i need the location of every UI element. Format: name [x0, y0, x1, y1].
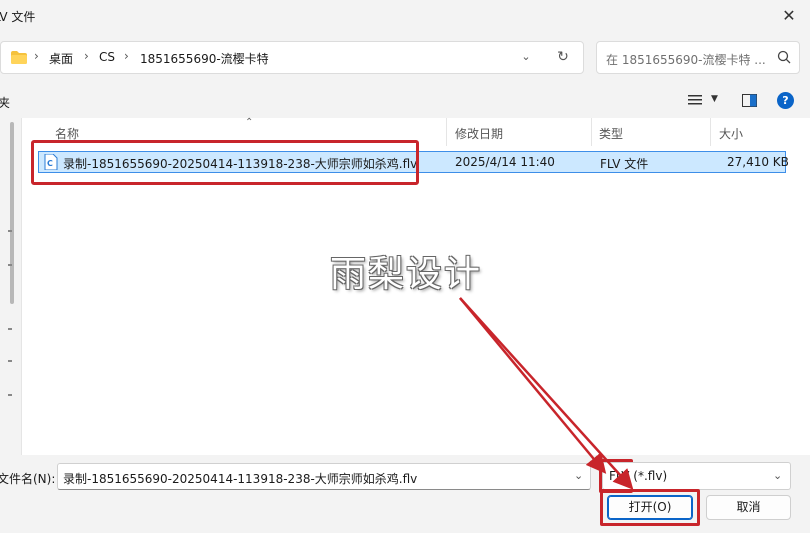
chevron-down-icon[interactable]: ⌄ — [574, 469, 583, 482]
filename-value: 录制-1851655690-20250414-113918-238-大师宗师如杀… — [63, 472, 418, 486]
chevron-down-icon[interactable]: ⌄ — [519, 50, 533, 64]
annotation-box — [31, 140, 419, 185]
refresh-icon[interactable]: ↻ — [554, 49, 572, 67]
column-header-size[interactable]: 大小 — [719, 125, 743, 142]
search-icon[interactable] — [777, 50, 791, 64]
nav-expander-icon[interactable] — [8, 230, 12, 232]
address-bar[interactable]: › 桌面 › CS › 1851655690-流樱卡特 ⌄ ↻ — [0, 41, 584, 74]
breadcrumb-cs[interactable]: CS — [99, 50, 115, 64]
chevron-down-icon[interactable]: ⌄ — [773, 469, 782, 482]
sort-ascending-icon: ⌃ — [245, 117, 254, 128]
new-folder-button[interactable]: 夹 — [0, 94, 10, 111]
nav-expander-icon[interactable] — [8, 394, 12, 396]
column-header-type[interactable]: 类型 — [599, 125, 623, 142]
breadcrumb-chevron-icon: › — [124, 49, 129, 63]
annotation-box — [600, 489, 700, 526]
column-header-modified[interactable]: 修改日期 — [455, 125, 503, 142]
file-size: 27,410 KB — [727, 155, 789, 169]
filename-label: 文件名(N): — [0, 472, 56, 486]
column-divider[interactable] — [446, 118, 447, 146]
file-type: FLV 文件 — [600, 157, 649, 171]
close-button[interactable]: ✕ — [768, 0, 810, 32]
preview-pane-icon[interactable] — [742, 94, 757, 107]
watermark-text: 雨梨设计 — [330, 254, 483, 295]
title-bar: LV 文件 ✕ — [0, 0, 810, 32]
breadcrumb-desktop[interactable]: 桌面 — [49, 50, 73, 67]
window-title: LV 文件 — [0, 10, 36, 24]
toolbar: 夹 ▼ ? — [0, 86, 810, 116]
breadcrumb-chevron-icon: › — [34, 49, 39, 63]
help-icon[interactable]: ? — [777, 92, 794, 109]
navigation-scrollbar[interactable] — [10, 122, 14, 304]
nav-expander-icon[interactable] — [8, 328, 12, 330]
column-divider[interactable] — [591, 118, 592, 146]
folder-icon — [11, 51, 27, 64]
filename-input[interactable]: 录制-1851655690-20250414-113918-238-大师宗师如杀… — [57, 463, 591, 490]
breadcrumb-folder[interactable]: 1851655690-流樱卡特 — [140, 50, 269, 67]
search-input[interactable]: 在 1851655690-流樱卡特 ... — [596, 41, 800, 74]
column-divider[interactable] — [710, 118, 711, 146]
file-modified: 2025/4/14 11:40 — [455, 155, 555, 169]
view-dropdown-icon[interactable]: ▼ — [711, 94, 718, 104]
annotation-box — [599, 459, 633, 493]
breadcrumb-chevron-icon: › — [84, 49, 89, 63]
nav-expander-icon[interactable] — [8, 264, 12, 266]
cancel-button[interactable]: 取消 — [706, 495, 791, 520]
view-list-icon[interactable] — [688, 94, 702, 106]
nav-expander-icon[interactable] — [8, 360, 12, 362]
search-placeholder: 在 1851655690-流樱卡特 ... — [606, 53, 766, 67]
